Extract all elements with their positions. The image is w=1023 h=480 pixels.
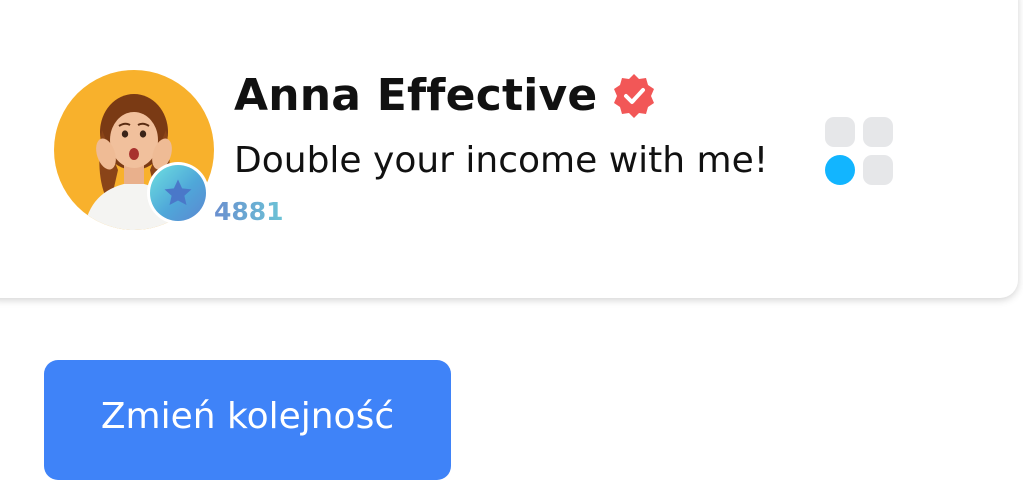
profile-name: Anna Effective bbox=[234, 70, 598, 121]
star-icon bbox=[164, 179, 192, 206]
level-badge bbox=[147, 162, 209, 224]
reorder-button[interactable]: Zmień kolejność bbox=[44, 360, 451, 480]
grid-icon bbox=[825, 117, 893, 185]
avatar-container bbox=[54, 70, 214, 230]
drag-handle-grid-icon[interactable] bbox=[825, 117, 893, 185]
verified-badge-icon bbox=[614, 73, 655, 118]
level-number: 4881 bbox=[214, 197, 284, 226]
profile-tagline: Double your income with me! bbox=[234, 140, 769, 181]
name-row: Anna Effective bbox=[234, 70, 659, 121]
